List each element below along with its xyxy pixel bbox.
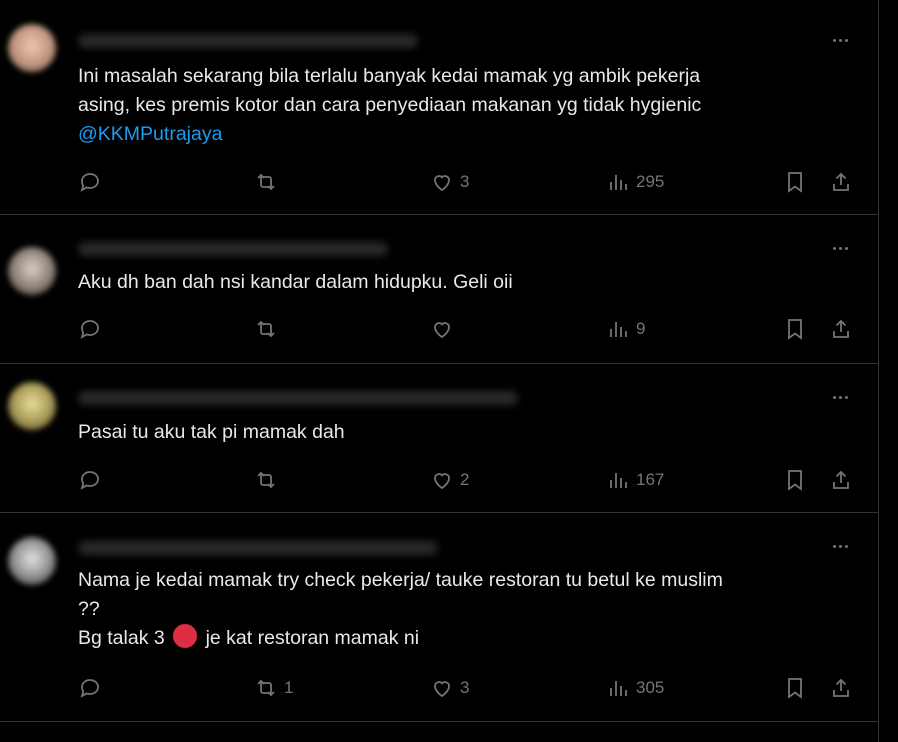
retweet-button[interactable]	[254, 314, 284, 344]
tweet-text-line: asing, kes premis kotor dan cara penyedi…	[78, 94, 702, 116]
tweet-text-line: Ini masalah sekarang bila terlalu banyak…	[78, 65, 701, 87]
views-button[interactable]: 9	[606, 314, 645, 344]
views-chart-icon	[610, 322, 627, 337]
text-before-emoji: Bg talak 3	[78, 627, 165, 649]
share-button[interactable]	[829, 167, 853, 197]
red-circle-emoji	[173, 624, 198, 648]
views-chart-icon	[610, 681, 627, 696]
tweet-text-line: Pasai tu aku tak pi mamak dah	[78, 421, 345, 443]
tweet-text: Pasai tu aku tak pi mamak dah	[78, 418, 838, 447]
bookmark-icon	[788, 678, 802, 699]
like-button[interactable]	[430, 314, 460, 344]
more-options-button[interactable]	[826, 238, 854, 258]
tweet-text-line: Bg talak 3 je kat restoran mamak ni	[78, 624, 838, 653]
more-options-button[interactable]	[826, 30, 854, 50]
tweet-text: Aku dh ban dah nsi kandar dalam hidupku.…	[78, 268, 838, 297]
author-name-redacted	[78, 242, 388, 256]
retweet-button[interactable]	[254, 465, 284, 495]
share-icon	[833, 172, 849, 191]
retweet-icon	[257, 173, 275, 191]
view-count: 9	[636, 319, 646, 338]
mention-link[interactable]: @KKMPutrajaya	[78, 120, 838, 149]
reply-button[interactable]	[78, 465, 108, 495]
bookmark-button[interactable]	[783, 673, 807, 703]
more-options-button[interactable]	[826, 536, 854, 556]
bookmark-icon	[788, 470, 802, 491]
author-name-redacted	[78, 391, 518, 405]
heart-icon	[434, 175, 450, 192]
tweet-text: Nama je kedai mamak try check pekerja/ t…	[78, 566, 838, 653]
avatar[interactable]	[8, 382, 56, 430]
reply-icon	[80, 471, 99, 490]
views-button[interactable]: 305	[606, 673, 664, 703]
avatar[interactable]	[8, 247, 56, 295]
bookmark-icon	[788, 172, 802, 193]
text-after-emoji: je kat restoran mamak ni	[205, 627, 420, 649]
share-icon	[833, 319, 849, 338]
views-button[interactable]: 295	[606, 167, 664, 197]
like-button[interactable]: 2	[430, 465, 469, 495]
heart-icon	[434, 322, 450, 339]
retweet-icon	[257, 679, 275, 697]
view-count: 305	[636, 678, 665, 697]
tweet-text-line: Aku dh ban dah nsi kandar dalam hidupku.…	[78, 271, 513, 293]
tweet-text-line: Nama je kedai mamak try check pekerja/ t…	[78, 569, 723, 591]
views-chart-icon	[610, 175, 627, 190]
share-button[interactable]	[829, 673, 853, 703]
column-border	[878, 0, 879, 742]
reply-button[interactable]	[78, 314, 108, 344]
avatar[interactable]	[8, 24, 56, 72]
views-chart-icon	[610, 473, 627, 488]
avatar[interactable]	[8, 537, 56, 585]
action-bar: 9	[78, 314, 858, 344]
share-button[interactable]	[829, 465, 853, 495]
bookmark-button[interactable]	[783, 314, 807, 344]
heart-icon	[434, 681, 450, 698]
tweet-text-line: ??	[78, 598, 100, 620]
heart-icon	[434, 473, 450, 490]
tweet[interactable]: Nama je kedai mamak try check pekerja/ t…	[0, 513, 878, 722]
bookmark-button[interactable]	[783, 167, 807, 197]
share-button[interactable]	[829, 314, 853, 344]
tweet[interactable]: Aku dh ban dah nsi kandar dalam hidupku.…	[0, 215, 878, 364]
retweet-button[interactable]: 1	[254, 673, 293, 703]
tweet[interactable]: Pasai tu aku tak pi mamak dah 2 167	[0, 364, 878, 513]
reply-button[interactable]	[78, 673, 108, 703]
views-button[interactable]: 167	[606, 465, 664, 495]
author-name-redacted	[78, 541, 438, 555]
more-options-button[interactable]	[826, 387, 854, 407]
like-button[interactable]: 3	[430, 167, 469, 197]
like-count: 3	[460, 678, 470, 697]
like-count: 2	[460, 470, 470, 489]
tweet-text: Ini masalah sekarang bila terlalu banyak…	[78, 62, 838, 149]
retweet-icon	[257, 471, 275, 489]
view-count: 167	[636, 470, 665, 489]
bookmark-button[interactable]	[783, 465, 807, 495]
retweet-count: 1	[284, 678, 294, 697]
reply-icon	[80, 320, 99, 339]
share-icon	[833, 678, 849, 697]
action-bar: 3 295	[78, 167, 858, 197]
author-name-redacted	[78, 34, 418, 48]
reply-button[interactable]	[78, 167, 108, 197]
share-icon	[833, 470, 849, 489]
tweet[interactable]: Ini masalah sekarang bila terlalu banyak…	[0, 0, 878, 215]
bookmark-icon	[788, 319, 802, 340]
retweet-icon	[257, 320, 275, 338]
like-button[interactable]: 3	[430, 673, 469, 703]
action-bar: 2 167	[78, 465, 858, 495]
reply-icon	[80, 679, 99, 698]
action-bar: 1 3 305	[78, 673, 858, 703]
reply-icon	[80, 173, 99, 192]
view-count: 295	[636, 172, 665, 191]
retweet-button[interactable]	[254, 167, 284, 197]
like-count: 3	[460, 172, 470, 191]
